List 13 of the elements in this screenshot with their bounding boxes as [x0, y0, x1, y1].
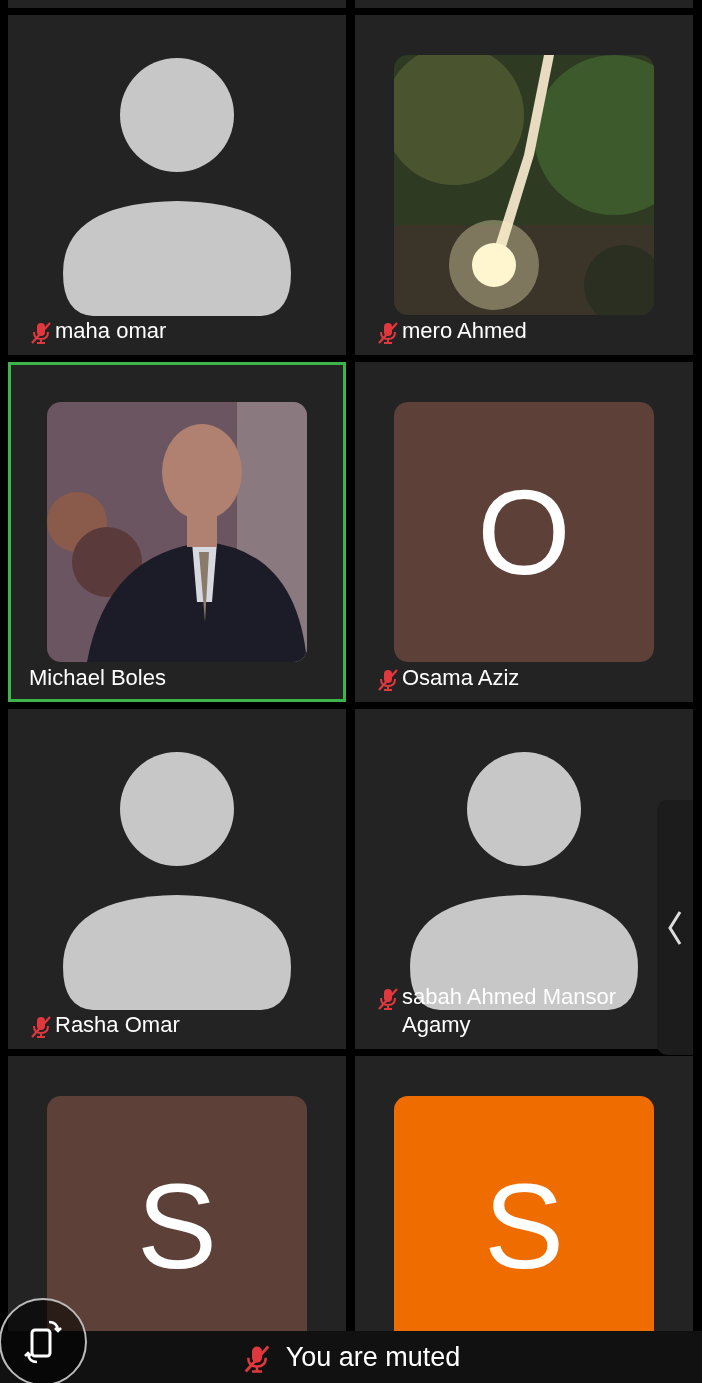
video-tile[interactable]: mero Ahmed [355, 15, 693, 355]
participant-name: Rasha Omar [55, 1011, 180, 1040]
participant-name: maha omar [55, 317, 167, 346]
video-tile[interactable]: O Osama Aziz [355, 362, 693, 702]
video-tile[interactable]: Michael Boles [8, 362, 346, 702]
chevron-left-icon [667, 909, 683, 946]
participant-name: Osama Aziz [402, 664, 520, 693]
video-tile[interactable]: maha omar [8, 15, 346, 355]
side-panel-handle[interactable] [657, 800, 693, 1055]
video-tile[interactable]: Rasha Omar [8, 709, 346, 1049]
participant-name: Michael Boles [29, 664, 166, 693]
initial-avatar: O [394, 402, 654, 662]
participant-name: mero Ahmed [402, 317, 527, 346]
